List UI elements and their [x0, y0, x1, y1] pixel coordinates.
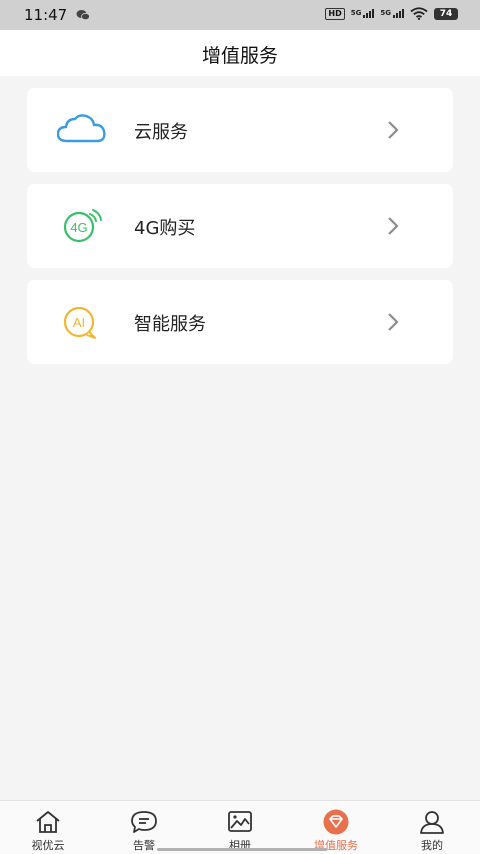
- status-bar: 11:47 HD 5G 5G 74: [0, 0, 480, 30]
- signal-1: 5G: [351, 9, 375, 18]
- service-card-ai[interactable]: AI 智能服务: [27, 280, 453, 364]
- tab-home[interactable]: 视优云: [0, 801, 96, 854]
- page-title: 增值服务: [201, 45, 278, 67]
- service-label: 智能服务: [134, 314, 206, 335]
- service-card-cloud[interactable]: 云服务: [27, 88, 453, 172]
- home-icon: [36, 811, 60, 833]
- message-icon: [131, 811, 157, 833]
- page-header: 增值服务: [0, 30, 480, 76]
- chevron-right-icon: [388, 121, 399, 139]
- signal-bar: [393, 15, 395, 18]
- home-indicator[interactable]: [157, 848, 327, 851]
- service-label: 云服务: [134, 122, 188, 143]
- service-label: 4G购买: [134, 218, 196, 239]
- signal-bar: [402, 9, 404, 18]
- tab-label: 视优云: [31, 839, 65, 852]
- tab-alerts[interactable]: 告警: [96, 801, 192, 854]
- tab-album[interactable]: 相册: [192, 801, 288, 854]
- chevron-right-icon: [388, 313, 399, 331]
- signal-1-label: 5G: [350, 9, 362, 17]
- status-indicators: HD 5G 5G 74: [325, 7, 458, 20]
- wifi-icon: [410, 7, 428, 20]
- album-icon: [228, 811, 252, 832]
- signal-bar: [396, 13, 398, 18]
- bottom-tab-bar: 视优云 告警 相册 增值服务 我的: [0, 800, 480, 854]
- chevron-right-icon: [388, 217, 399, 235]
- service-card-4g[interactable]: 4G 4G购买: [27, 184, 453, 268]
- 4g-icon: 4G: [63, 209, 102, 243]
- signal-2-label: 5G: [380, 9, 391, 17]
- signal-bar: [366, 13, 369, 18]
- signal-bar: [399, 11, 401, 18]
- wechat-icon: [76, 10, 90, 21]
- cloud-icon: [57, 114, 106, 143]
- hd-badge: HD: [325, 7, 345, 20]
- ai-icon: AI: [63, 306, 96, 339]
- signal-bar: [369, 11, 372, 18]
- tab-profile[interactable]: 我的: [384, 801, 480, 854]
- status-time: 11:47: [24, 6, 68, 24]
- tab-label: 我的: [421, 839, 443, 852]
- user-icon: [420, 811, 444, 834]
- diamond-icon: [323, 809, 349, 835]
- signal-2: 5G: [380, 9, 404, 18]
- svg-text:4G: 4G: [70, 220, 87, 235]
- signal-bar: [363, 15, 366, 18]
- signal-bar: [372, 9, 375, 18]
- svg-text:AI: AI: [73, 315, 85, 330]
- battery-icon: 74: [434, 7, 458, 20]
- tab-value-added[interactable]: 增值服务: [288, 801, 384, 854]
